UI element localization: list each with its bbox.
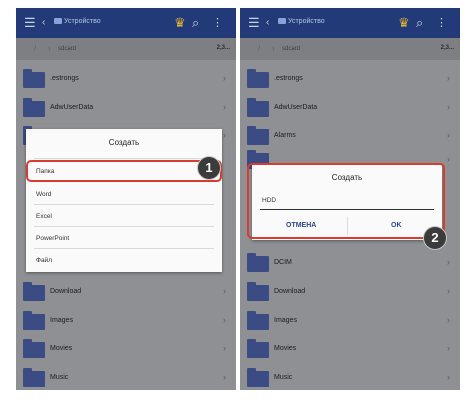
folder-icon [247,126,269,145]
chevron-right-icon: › [447,372,450,382]
divider [34,226,214,227]
menu-icon[interactable]: ☰ [248,16,260,30]
divider [34,248,214,249]
more-icon[interactable]: ⋮ [212,16,223,30]
chevron-right-icon: › [223,130,226,140]
divider [34,204,214,205]
chevron-right-icon: › [272,44,275,53]
chevron-left-icon[interactable]: ‹ [266,16,269,30]
location-title[interactable]: Устройство [288,18,325,25]
list-item[interactable]: Download › [240,282,460,305]
folder-icon [23,339,45,358]
chevron-right-icon: › [447,154,450,164]
search-icon[interactable]: ⌕ [192,16,199,30]
list-item[interactable]: Music › [16,368,236,390]
chevron-right-icon: › [447,257,450,267]
folder-icon [247,311,269,330]
list-item[interactable]: .estrongs › [16,69,236,92]
list-item[interactable]: AdwUserData › [240,98,460,121]
chevron-right-icon: › [223,73,226,83]
app-toolbar: ☰ ‹ Устройство ♛ ⌕ ⋮ [16,8,236,38]
search-icon[interactable]: ⌕ [416,16,423,30]
step-badge-2: 2 [424,227,446,249]
list-item[interactable]: Images › [240,311,460,334]
list-item[interactable]: Alarms › [240,126,460,149]
chevron-right-icon: › [447,130,450,140]
chevron-right-icon: › [48,44,51,53]
chevron-right-icon: › [447,343,450,353]
create-dialog: Создать Папка Word Excel PowerPoint Файл [26,129,222,272]
crown-icon[interactable]: ♛ [398,16,410,30]
crown-icon[interactable]: ♛ [174,16,186,30]
folder-icon [23,98,45,117]
step-badge-1: 1 [198,157,220,179]
list-item[interactable]: Images › [16,311,236,334]
list-item[interactable]: Music › [240,368,460,390]
folder-icon [23,69,45,88]
storage-indicator[interactable]: 2,3... [441,45,454,51]
chevron-right-icon: › [223,343,226,353]
chevron-right-icon: › [447,73,450,83]
breadcrumb: / › sdcard 2,3... [16,38,236,60]
chevron-right-icon: › [223,286,226,296]
chevron-right-icon: › [447,315,450,325]
folder-icon [247,98,269,117]
folder-icon [247,368,269,387]
breadcrumb-path[interactable]: sdcard [282,46,300,52]
folder-icon [247,69,269,88]
chevron-right-icon: › [447,102,450,112]
menu-icon[interactable]: ☰ [24,16,36,30]
list-item[interactable]: Download › [16,282,236,305]
option-excel[interactable]: Excel [36,213,52,220]
list-item[interactable]: Movies › [240,339,460,362]
folder-icon [23,368,45,387]
root-icon[interactable]: / [34,44,36,53]
highlight-name-dialog [247,163,445,239]
folder-icon [54,18,62,24]
list-item[interactable]: DCIM › [240,253,460,276]
folder-icon [278,18,286,24]
root-icon[interactable]: / [258,44,260,53]
list-item[interactable]: AdwUserData › [16,98,236,121]
folder-icon [247,339,269,358]
chevron-right-icon: › [223,102,226,112]
app-toolbar: ☰ ‹ Устройство ♛ ⌕ ⋮ [240,8,460,38]
chevron-right-icon: › [223,372,226,382]
breadcrumb-path[interactable]: sdcard [58,46,76,52]
chevron-left-icon[interactable]: ‹ [42,16,45,30]
breadcrumb: / › sdcard 2,3... [240,38,460,60]
folder-icon [23,311,45,330]
more-icon[interactable]: ⋮ [436,16,447,30]
list-item[interactable]: Movies › [16,339,236,362]
folder-icon [23,282,45,301]
folder-icon [247,282,269,301]
option-word[interactable]: Word [36,191,51,198]
list-item[interactable]: .estrongs › [240,69,460,92]
option-powerpoint[interactable]: PowerPoint [36,235,69,242]
chevron-right-icon: › [223,315,226,325]
dialog-title: Создать [108,138,140,147]
divider [34,158,214,159]
folder-icon [247,253,269,272]
option-file[interactable]: Файл [36,257,52,264]
location-title[interactable]: Устройство [64,18,101,25]
chevron-right-icon: › [447,286,450,296]
highlight-folder-option [26,160,222,182]
storage-indicator[interactable]: 2,3... [217,45,230,51]
